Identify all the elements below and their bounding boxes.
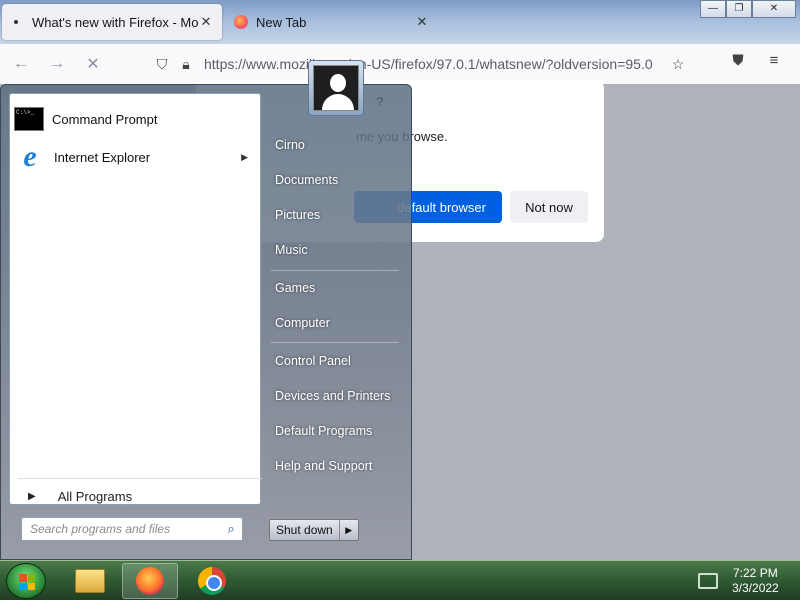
clock-date: 3/3/2022 <box>732 581 779 595</box>
tab-new-tab[interactable]: New Tab ✕ <box>226 4 438 40</box>
tab-close-icon[interactable]: ✕ <box>414 14 430 30</box>
tracking-shield-icon[interactable]: ⛉ <box>150 56 174 73</box>
tab-close-icon[interactable]: ✕ <box>198 14 214 30</box>
command-prompt-icon: C:\>_ <box>14 107 44 131</box>
network-icon[interactable] <box>698 573 718 589</box>
bookmark-star-icon[interactable]: ☆ <box>666 56 690 73</box>
start-item-help-support[interactable]: Help and Support <box>271 451 401 481</box>
minimize-button[interactable]: — <box>700 0 726 18</box>
search-icon[interactable]: ⌕ <box>220 521 242 537</box>
url-bar[interactable]: ⛉ 🔒︎ https://www.mozilla.org/en-US/firef… <box>150 50 690 78</box>
shutdown-control: Shut down ▶ <box>269 519 359 541</box>
forward-arrow-icon[interactable]: → <box>42 55 72 73</box>
tab-title: New Tab <box>256 14 307 30</box>
user-picture-icon <box>313 65 359 111</box>
windows-logo-icon <box>19 574 35 590</box>
lock-icon[interactable]: 🔒︎ <box>174 56 198 73</box>
tab-bar: What's new with Firefox - More ✕ New Tab… <box>0 0 800 44</box>
all-programs-label: All Programs <box>57 489 133 504</box>
loading-indicator-icon <box>14 20 18 24</box>
stop-icon[interactable]: ✕ <box>78 54 108 74</box>
program-command-prompt[interactable]: C:\>_ Command Prompt <box>14 102 256 136</box>
start-item-user[interactable]: Cirno <box>271 130 401 160</box>
shutdown-button[interactable]: Shut down <box>270 520 340 540</box>
start-menu: C:\>_ Command Prompt e Internet Explorer… <box>0 84 412 560</box>
search-placeholder: Search programs and files <box>30 522 171 536</box>
programs-pane: C:\>_ Command Prompt e Internet Explorer… <box>9 93 262 505</box>
start-item-devices-printers[interactable]: Devices and Printers <box>271 381 401 411</box>
shutdown-options-arrow-icon[interactable]: ▶ <box>340 520 358 540</box>
tab-title: What's new with Firefox - More <box>32 14 198 30</box>
taskbar: 7:22 PM 3/3/2022 <box>0 560 800 600</box>
back-arrow-icon[interactable]: ← <box>6 55 36 73</box>
chrome-icon <box>198 567 226 595</box>
window-controls: — ❐ ✕ <box>700 0 796 18</box>
places-pane: Cirno Documents Pictures Music Games Com… <box>263 85 411 561</box>
user-avatar[interactable] <box>308 60 364 116</box>
clock[interactable]: 7:22 PM 3/3/2022 <box>732 566 779 596</box>
firefox-icon <box>136 567 164 595</box>
start-button[interactable] <box>6 563 46 599</box>
start-item-games[interactable]: Games <box>271 273 401 303</box>
program-label: Internet Explorer <box>54 149 151 165</box>
all-programs-button[interactable]: ▶ All Programs <box>18 478 262 514</box>
separator <box>271 342 399 343</box>
user-silhouette-head <box>330 74 346 92</box>
separator <box>271 270 399 271</box>
url-text[interactable]: https://www.mozilla.org/en-US/firefox/97… <box>204 56 666 72</box>
internet-explorer-icon: e <box>23 140 37 173</box>
system-tray: 7:22 PM 3/3/2022 <box>690 561 800 600</box>
folder-icon <box>75 569 105 593</box>
menu-icon[interactable]: ≡ <box>756 52 792 69</box>
pocket-icon[interactable]: ⛊ <box>720 52 756 69</box>
start-item-control-panel[interactable]: Control Panel <box>271 346 401 376</box>
not-now-button[interactable]: Not now <box>510 191 588 223</box>
start-item-pictures[interactable]: Pictures <box>271 200 401 230</box>
start-item-documents[interactable]: Documents <box>271 165 401 195</box>
restore-button[interactable]: ❐ <box>726 0 752 18</box>
start-item-music[interactable]: Music <box>271 235 401 265</box>
taskbar-chrome[interactable] <box>184 563 240 599</box>
toolbar-right: ⛊ ≡ <box>720 52 792 69</box>
close-window-button[interactable]: ✕ <box>752 0 796 18</box>
program-internet-explorer[interactable]: e Internet Explorer ▶ <box>14 140 256 174</box>
start-item-computer[interactable]: Computer <box>271 308 401 338</box>
taskbar-explorer[interactable] <box>62 563 118 599</box>
start-search-input[interactable]: Search programs and files ⌕ <box>21 517 243 541</box>
user-silhouette-body <box>322 94 354 110</box>
start-item-default-programs[interactable]: Default Programs <box>271 416 401 446</box>
firefox-favicon-icon <box>234 15 248 29</box>
program-label: Command Prompt <box>52 111 158 127</box>
submenu-arrow-icon[interactable]: ▶ <box>241 152 248 163</box>
expand-arrow-icon: ▶ <box>28 491 36 502</box>
navigation-toolbar: ← → ✕ ⛉ 🔒︎ https://www.mozilla.org/en-US… <box>0 44 800 84</box>
tab-whats-new[interactable]: What's new with Firefox - More ✕ <box>2 4 222 40</box>
clock-time: 7:22 PM <box>733 566 778 580</box>
taskbar-firefox[interactable] <box>122 563 178 599</box>
